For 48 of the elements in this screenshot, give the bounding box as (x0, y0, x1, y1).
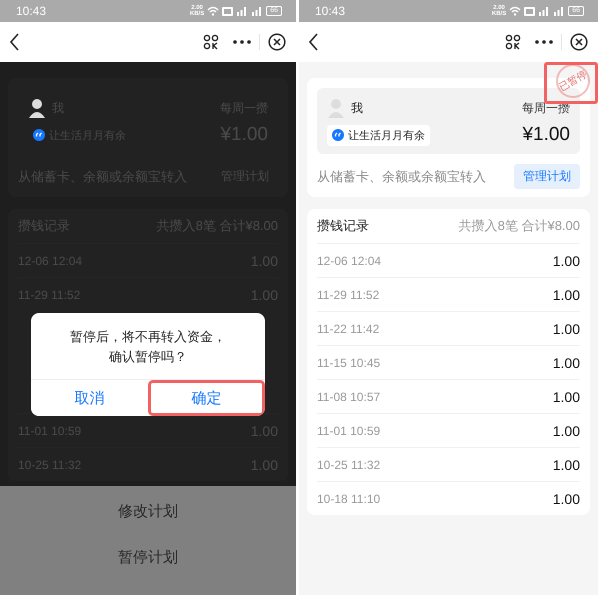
hd-icon (524, 6, 536, 16)
record-date: 12-06 12:04 (317, 254, 382, 268)
signal-icon (553, 6, 566, 16)
record-date: 11-29 11:52 (317, 288, 380, 302)
records-summary: 共攒入8笔 合计¥8.00 (458, 217, 580, 235)
signal-icon (236, 6, 248, 16)
hd-icon (222, 6, 234, 16)
dialog-message: 暂停后，将不再转入资金，确认暂停吗？ (70, 328, 226, 366)
record-amount: 1.00 (552, 252, 580, 268)
record-date: 11-15 10:45 (317, 356, 380, 370)
avatar-icon (28, 98, 46, 118)
plan-source: 从储蓄卡、余额或余额宝转入 (317, 168, 486, 186)
confirm-button[interactable]: 确定 (148, 380, 265, 416)
record-date: 10-25 11:32 (317, 458, 380, 472)
record-amount: 1.00 (552, 354, 580, 370)
quote-icon (33, 129, 45, 141)
plan-tag-text: 让生活月月有余 (348, 128, 425, 142)
back-icon[interactable] (309, 33, 319, 51)
scan-icon[interactable] (505, 34, 521, 50)
manage-plan-button[interactable]: 管理计划 (514, 164, 580, 189)
wifi-icon (509, 6, 522, 16)
record-amount: 1.00 (552, 388, 580, 404)
sheet-item[interactable]: 修改计划 (0, 488, 296, 534)
records-title: 攒钱记录 (317, 217, 369, 235)
record-amount: 1.00 (552, 320, 580, 336)
status-time: 10:43 (315, 4, 346, 18)
status-time: 10:43 (16, 4, 46, 18)
record-amount: 1.00 (552, 490, 580, 506)
record-date: 11-08 10:57 (317, 390, 380, 404)
back-icon[interactable] (10, 33, 20, 51)
close-icon[interactable] (268, 33, 286, 51)
signal-icon (251, 6, 264, 16)
more-icon[interactable] (233, 40, 251, 44)
record-amount: 1.00 (552, 456, 580, 472)
close-icon[interactable] (570, 33, 588, 51)
sheet-item[interactable]: 暂停计划 (0, 534, 296, 580)
quote-icon (332, 129, 344, 141)
record-date: 11-01 10:59 (317, 424, 380, 438)
wifi-icon (207, 6, 220, 16)
record-amount: 1.00 (552, 422, 580, 438)
more-icon[interactable] (535, 40, 553, 44)
record-date: 11-22 11:42 (317, 322, 380, 336)
scan-icon[interactable] (203, 34, 219, 50)
signal-icon (538, 6, 550, 16)
plan-amount: ¥1.00 (522, 124, 570, 146)
owner-name: 我 (351, 100, 363, 116)
record-date: 10-18 11:10 (317, 492, 380, 506)
record-amount: 1.00 (552, 286, 580, 302)
